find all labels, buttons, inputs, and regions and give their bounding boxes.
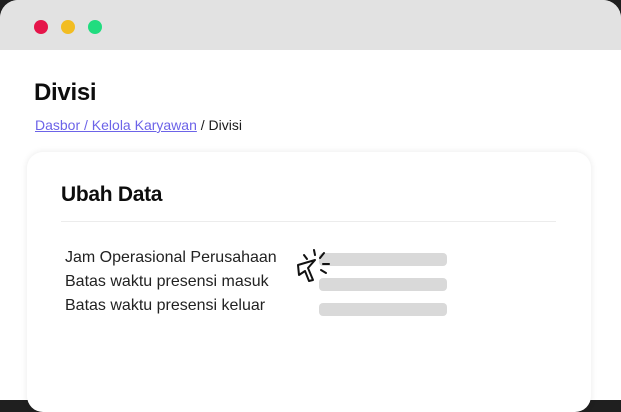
field-label-operational-hours: Jam Operasional Perusahaan	[65, 249, 277, 266]
card-title: Ubah Data	[61, 183, 163, 206]
operational-hours-input[interactable]	[319, 253, 447, 266]
maximize-window-button[interactable]	[88, 20, 102, 34]
breadcrumb-link[interactable]: Dasbor / Kelola Karyawan	[35, 117, 197, 133]
field-label-checkin-deadline: Batas waktu presensi masuk	[65, 273, 269, 290]
breadcrumb: Dasbor / Kelola Karyawan / Divisi	[35, 117, 242, 133]
breadcrumb-current: Divisi	[208, 117, 242, 133]
click-cursor-icon	[297, 249, 330, 282]
window-titlebar	[0, 0, 621, 50]
breadcrumb-separator: /	[196, 117, 209, 133]
minimize-window-button[interactable]	[61, 20, 75, 34]
checkout-deadline-input[interactable]	[319, 303, 447, 316]
card-divider	[61, 221, 556, 222]
page-title: Divisi	[34, 79, 97, 106]
field-label-checkout-deadline: Batas waktu presensi keluar	[65, 297, 266, 314]
checkin-deadline-input[interactable]	[319, 278, 447, 291]
close-window-button[interactable]	[34, 20, 48, 34]
